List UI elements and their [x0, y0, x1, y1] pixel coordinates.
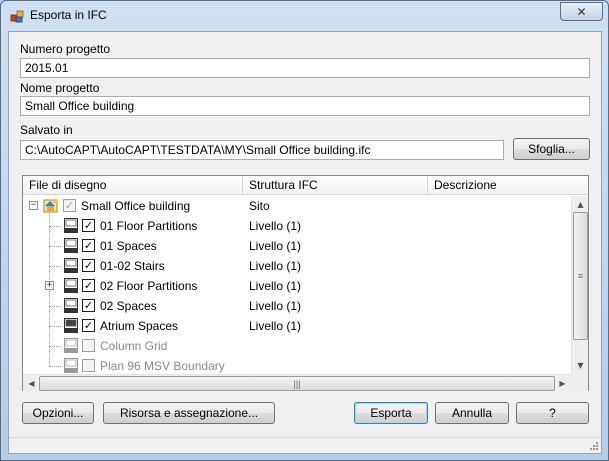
tree-rows: − ✓ Small Office building Sito ✓ 01 Floo…	[23, 196, 571, 374]
scroll-down-icon[interactable]: ▼	[572, 357, 589, 374]
row-file-name: 02 Spaces	[100, 299, 157, 313]
resize-grip-icon[interactable]	[588, 440, 599, 451]
drawing-files-tree[interactable]: File di disegno Struttura IFC Descrizion…	[22, 175, 589, 391]
dialog-client-area: Numero progetto 2015.01 Nome progetto Sm…	[8, 31, 602, 454]
row-checkbox[interactable]: ✓	[82, 239, 95, 252]
row-file-name: 01 Floor Partitions	[100, 219, 198, 233]
tree-row[interactable]: Plan 96 MSV Boundary	[23, 356, 571, 374]
vertical-scrollbar[interactable]: ▲ ≡ ▼	[571, 196, 588, 374]
scroll-left-icon[interactable]: ◀	[23, 375, 40, 392]
help-button[interactable]: ?	[516, 402, 589, 424]
tree-connector	[49, 266, 61, 267]
row-checkbox[interactable]: ✓	[82, 219, 95, 232]
expand-icon[interactable]: +	[45, 281, 54, 290]
row-ifc-structure: Livello (1)	[249, 279, 302, 293]
row-file-name: Plan 96 MSV Boundary	[100, 359, 225, 373]
options-button[interactable]: Opzioni...	[22, 402, 94, 424]
project-name-field[interactable]: Small Office building	[20, 96, 590, 116]
column-header-drawing-file[interactable]: File di disegno	[23, 176, 243, 195]
horizontal-scrollbar[interactable]: ◀ ||| ▶	[23, 374, 571, 391]
tree-row[interactable]: ✓ 01 Floor Partitions Livello (1)	[23, 216, 571, 236]
tree-row[interactable]: + ✓ 02 Floor Partitions Livello (1)	[23, 276, 571, 296]
tree-connector	[49, 366, 61, 367]
dwg-file-icon	[64, 258, 78, 273]
project-number-field[interactable]: 2015.01	[20, 58, 590, 78]
window-title: Esporta in IFC	[30, 8, 107, 22]
row-checkbox	[82, 359, 95, 372]
browse-button[interactable]: Sfoglia...	[513, 138, 590, 160]
row-checkbox[interactable]: ✓	[82, 259, 95, 272]
close-button[interactable]: ✕	[560, 2, 603, 21]
scrollbar-corner	[571, 374, 588, 391]
row-file-name: 01-02 Stairs	[100, 259, 165, 273]
row-ifc-structure: Livello (1)	[249, 259, 302, 273]
resources-assignment-button[interactable]: Risorsa e assegnazione...	[103, 402, 275, 424]
status-bar	[9, 437, 601, 453]
project-number-label: Numero progetto	[20, 42, 111, 56]
project-icon	[43, 198, 58, 213]
vertical-scroll-thumb[interactable]: ≡	[573, 212, 588, 340]
tree-connector	[49, 246, 61, 247]
saved-in-label: Salvato in	[20, 123, 73, 137]
tree-row[interactable]: ✓ 01-02 Stairs Livello (1)	[23, 256, 571, 276]
row-file-name: 01 Spaces	[100, 239, 157, 253]
saved-in-field[interactable]: C:\AutoCAPT\AutoCAPT\TESTDATA\MY\Small O…	[20, 140, 504, 160]
tree-row[interactable]: Column Grid	[23, 336, 571, 356]
tree-connector	[49, 306, 61, 307]
column-header-description[interactable]: Descrizione	[428, 176, 588, 195]
row-checkbox[interactable]: ✓	[63, 199, 76, 212]
tree-row-root[interactable]: − ✓ Small Office building Sito	[23, 196, 571, 216]
tree-row[interactable]: ✓ Atrium Spaces Livello (1)	[23, 316, 571, 336]
row-checkbox[interactable]: ✓	[82, 279, 95, 292]
row-ifc-structure: Livello (1)	[249, 299, 302, 313]
tree-connector	[49, 346, 61, 347]
tree-header: File di disegno Struttura IFC Descrizion…	[23, 176, 588, 195]
dwg-file-icon	[64, 338, 78, 353]
app-icon	[10, 10, 24, 23]
tree-connector	[49, 226, 61, 227]
export-ifc-dialog: Esporta in IFC ✕ Numero progetto 2015.01…	[0, 0, 609, 461]
tree-row[interactable]: ✓ 02 Spaces Livello (1)	[23, 296, 571, 316]
row-file-name: Small Office building	[81, 199, 191, 213]
dwg-file-icon	[64, 358, 78, 373]
dwg-file-icon	[64, 278, 78, 293]
row-file-name: 02 Floor Partitions	[100, 279, 198, 293]
row-checkbox	[82, 339, 95, 352]
scroll-up-icon[interactable]: ▲	[572, 196, 589, 213]
tree-row[interactable]: ✓ 01 Spaces Livello (1)	[23, 236, 571, 256]
row-ifc-structure: Livello (1)	[249, 239, 302, 253]
cancel-button[interactable]: Annulla	[435, 402, 509, 424]
dwg-file-icon	[64, 318, 78, 333]
tree-connector	[49, 326, 61, 327]
project-name-label: Nome progetto	[20, 81, 100, 95]
row-ifc-structure: Livello (1)	[249, 219, 302, 233]
scroll-right-icon[interactable]: ▶	[554, 375, 571, 392]
dwg-file-icon	[64, 238, 78, 253]
row-ifc-structure: Livello (1)	[249, 319, 302, 333]
row-file-name: Atrium Spaces	[100, 319, 179, 333]
title-bar[interactable]: Esporta in IFC ✕	[1, 1, 608, 31]
collapse-icon[interactable]: −	[29, 201, 38, 210]
dwg-file-icon	[64, 298, 78, 313]
row-ifc-structure: Sito	[249, 199, 270, 213]
row-file-name: Column Grid	[100, 339, 168, 353]
row-checkbox[interactable]: ✓	[82, 299, 95, 312]
column-header-ifc-structure[interactable]: Struttura IFC	[243, 176, 428, 195]
horizontal-scroll-thumb[interactable]: |||	[39, 376, 555, 391]
dwg-file-icon	[64, 218, 78, 233]
export-button[interactable]: Esporta	[354, 402, 428, 424]
row-checkbox[interactable]: ✓	[82, 319, 95, 332]
